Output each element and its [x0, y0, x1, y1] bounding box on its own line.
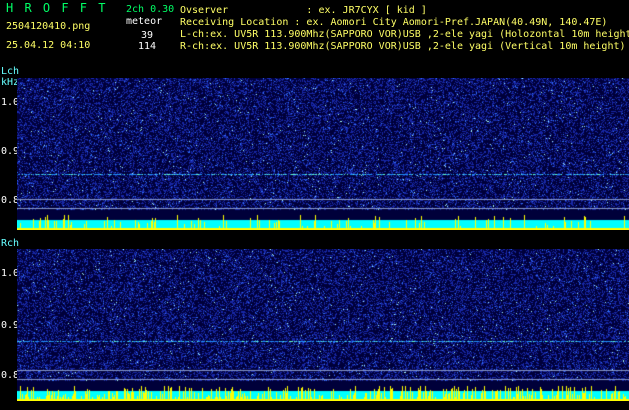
- lch-label: Lch: [1, 66, 20, 77]
- filename-label: 2504120410.png: [6, 21, 91, 32]
- location-line: Receiving Location : ex. Aomori City Aom…: [180, 17, 608, 28]
- lch-line: L-ch:ex. UV5R 113.900Mhz(SAPPORO VOR)USB…: [180, 29, 629, 40]
- lch-count: 39: [141, 30, 154, 41]
- observer-line: Ovserver : ex. JR7CYX [ kid ]: [180, 5, 427, 16]
- app-logo: H R O F F T: [6, 1, 108, 15]
- version-label: 2ch 0.30: [126, 4, 175, 15]
- rch-label: Rch: [1, 238, 20, 249]
- lch-waterfall: [17, 78, 629, 230]
- datetime-label: 25.04.12 04:10: [6, 40, 91, 51]
- rch-waterfall: [17, 249, 629, 401]
- mode-label: meteor: [126, 16, 163, 27]
- rch-line: R-ch:ex. UV5R 113.900Mhz(SAPPORO VOR)USB…: [180, 41, 626, 52]
- rch-count: 114: [138, 41, 157, 52]
